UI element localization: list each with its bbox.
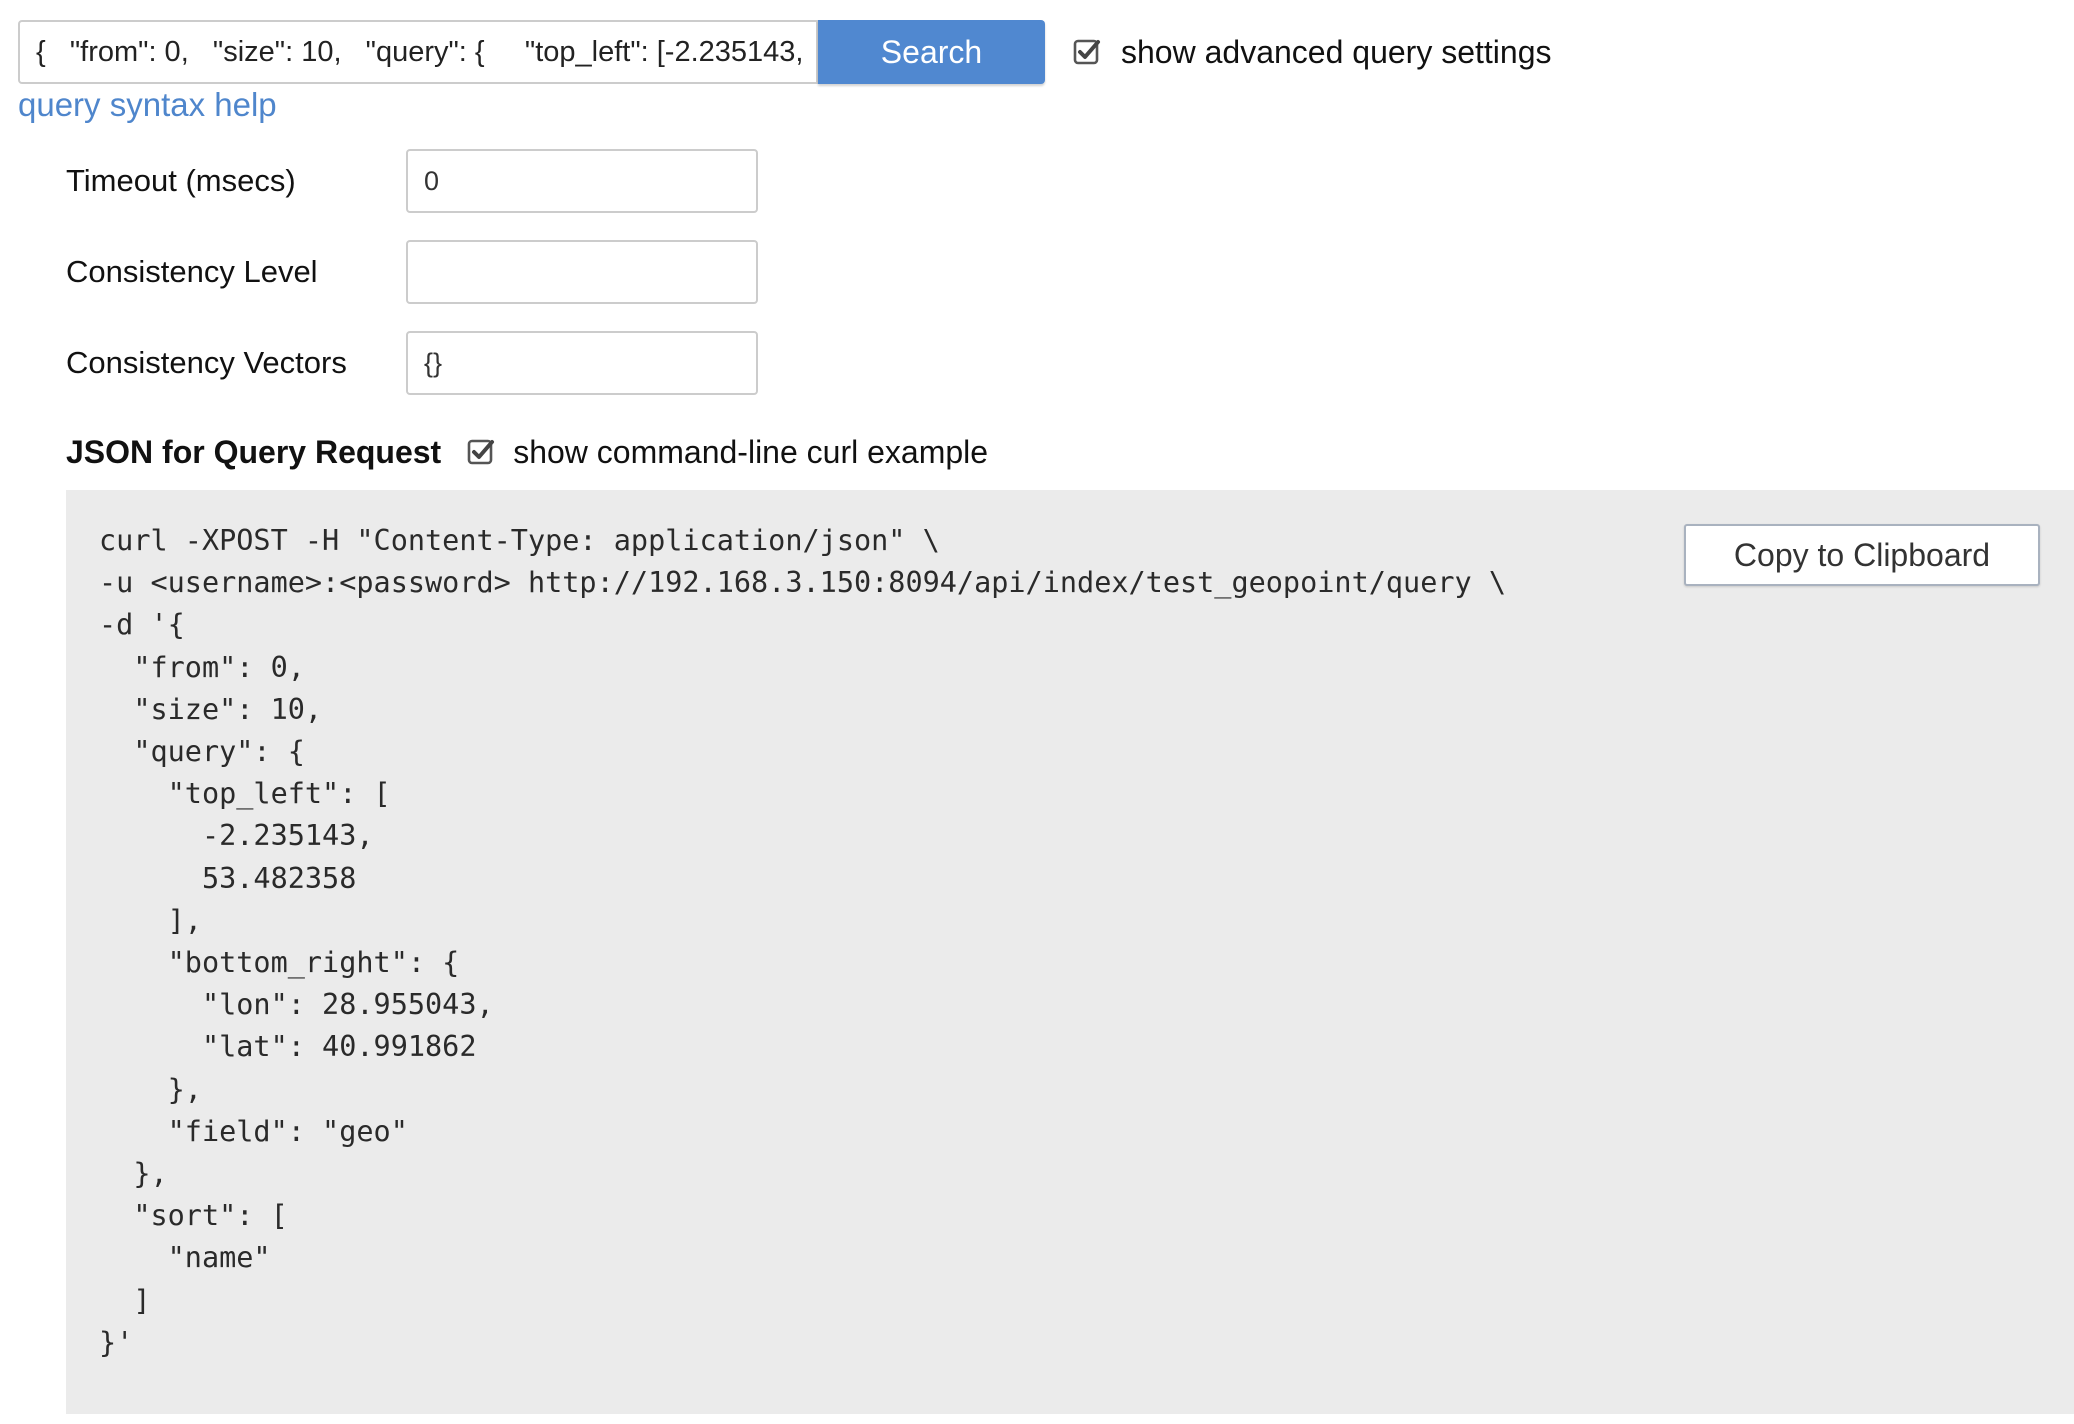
query-syntax-help-link[interactable]: query syntax help (18, 86, 277, 124)
search-query-input[interactable]: { "from": 0, "size": 10, "query": { "top… (18, 20, 818, 84)
timeout-input[interactable]: 0 (406, 149, 758, 213)
consistency-level-input[interactable] (406, 240, 758, 304)
timeout-row: Timeout (msecs) 0 (66, 149, 758, 213)
copy-to-clipboard-button[interactable]: Copy to Clipboard (1684, 524, 2040, 586)
advanced-settings-label: show advanced query settings (1121, 33, 1552, 70)
curl-command-code: curl -XPOST -H "Content-Type: applicatio… (99, 524, 1506, 1359)
json-section-title: JSON for Query Request (66, 433, 442, 470)
curl-code-panel: curl -XPOST -H "Content-Type: applicatio… (66, 490, 2074, 1414)
consistency-level-label: Consistency Level (66, 254, 318, 289)
query-page: { "from": 0, "size": 10, "query": { "top… (0, 0, 2074, 1424)
advanced-settings-toggle[interactable]: show advanced query settings (1073, 24, 1551, 80)
curl-example-label: show command-line curl example (513, 433, 989, 470)
checkbox-checked-icon[interactable] (467, 438, 495, 466)
checkbox-checked-icon[interactable] (1073, 38, 1101, 66)
consistency-vectors-input[interactable]: {} (406, 331, 758, 395)
json-section-header: JSON for Query Request show command-line… (66, 424, 988, 480)
search-button[interactable]: Search (818, 20, 1045, 84)
consistency-level-row: Consistency Level (66, 240, 758, 304)
consistency-vectors-row: Consistency Vectors {} (66, 331, 758, 395)
curl-example-toggle[interactable]: show command-line curl example (467, 434, 988, 471)
consistency-vectors-label: Consistency Vectors (66, 345, 347, 380)
timeout-label: Timeout (msecs) (66, 163, 296, 198)
